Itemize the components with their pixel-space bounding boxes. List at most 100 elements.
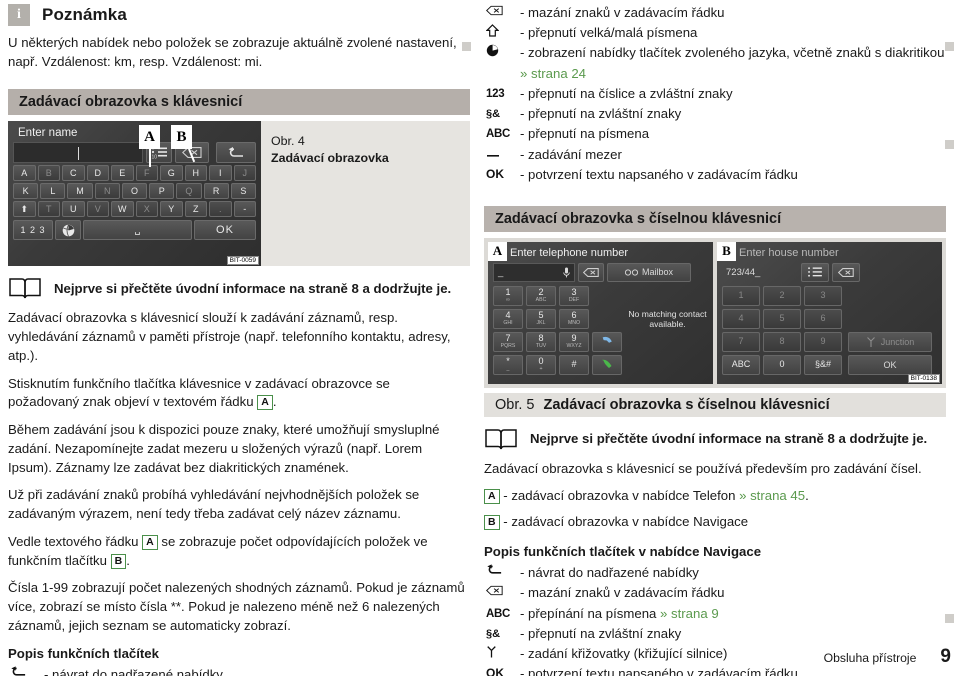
svg-text:10: 10 xyxy=(151,155,157,159)
abc-glyph: ABC xyxy=(486,128,511,141)
key-k[interactable]: K xyxy=(13,183,39,200)
123-icon: 123 xyxy=(484,85,520,103)
key-ok[interactable]: OK xyxy=(194,220,256,241)
key-f[interactable]: F xyxy=(135,165,158,182)
junction-button[interactable]: Junction xyxy=(848,331,932,352)
key-space[interactable]: ␣ xyxy=(83,220,192,241)
phone-key-5[interactable]: 5 JKL xyxy=(526,308,556,329)
house-key-ABC[interactable]: ABC xyxy=(722,354,760,375)
phone-key-4[interactable]: 4 GHI xyxy=(493,308,523,329)
back-arrow-icon xyxy=(484,564,520,582)
key-numeric-mode[interactable]: 1 2 3 xyxy=(13,220,53,241)
house-key-§&#[interactable]: §&# xyxy=(804,354,842,375)
back-button[interactable] xyxy=(216,142,256,164)
phone-key-1[interactable]: 1 ∞ xyxy=(493,285,523,306)
house-ok-button[interactable]: OK xyxy=(848,354,932,375)
house-key-0[interactable]: 0 xyxy=(763,354,801,375)
key-z[interactable]: Z xyxy=(184,201,207,218)
key-language[interactable] xyxy=(55,220,81,241)
phone-key-0[interactable]: 0 + xyxy=(526,354,556,375)
page-link-strana-9[interactable]: » strana 9 xyxy=(660,606,719,621)
key-main: 8 xyxy=(538,333,544,344)
phone-key-9[interactable]: 9 WXYZ xyxy=(559,331,589,352)
phone-entry-row: _ Mailbox xyxy=(488,259,713,282)
figure-title-left: Zadávací obrazovka xyxy=(271,151,389,166)
ab-item-a-text: - zadávací obrazovka v nabídce Telefon xyxy=(503,487,736,503)
key-h[interactable]: H xyxy=(184,165,207,182)
key-sub: + xyxy=(539,366,543,373)
house-list-button[interactable] xyxy=(801,262,829,282)
key-⬆[interactable]: ⬆ xyxy=(13,201,36,218)
house-key-5[interactable]: 5 xyxy=(763,308,801,329)
key-v[interactable]: V xyxy=(86,201,109,218)
key-s[interactable]: S xyxy=(230,183,256,200)
callout-b-left: B xyxy=(171,125,192,150)
key-e[interactable]: E xyxy=(111,165,134,182)
read-first-text-left: Nejprve si přečtěte úvodní informace na … xyxy=(54,280,452,296)
mailbox-button[interactable]: Mailbox xyxy=(607,262,691,282)
key-m[interactable]: M xyxy=(67,183,93,200)
house-backspace-button[interactable] xyxy=(832,262,860,282)
key--[interactable]: - xyxy=(233,201,256,218)
key-sub: ABC xyxy=(535,297,547,304)
key-i[interactable]: I xyxy=(209,165,232,182)
page-link-strana-24[interactable]: » strana 24 xyxy=(520,65,586,83)
key-w[interactable]: W xyxy=(111,201,134,218)
legend-text-globe-main: - zobrazení nabídky tlačítek zvoleného j… xyxy=(520,45,945,61)
hangup-button[interactable] xyxy=(592,331,622,352)
key-o[interactable]: O xyxy=(121,183,148,200)
legend-link-globe[interactable]: » strana 24 xyxy=(520,65,954,83)
ok-glyph: OK xyxy=(486,666,504,676)
mfd-text-input[interactable] xyxy=(13,142,143,164)
house-action-column: Junction OK xyxy=(842,286,932,375)
key-r[interactable]: R xyxy=(203,183,229,200)
house-key-7[interactable]: 7 xyxy=(722,331,760,352)
phone-key-6[interactable]: 6 MNO xyxy=(559,308,589,329)
house-key-4[interactable]: 4 xyxy=(722,308,760,329)
key-b[interactable]: B xyxy=(37,165,60,182)
phone-key-*[interactable]: * _ xyxy=(493,354,523,375)
phone-key-7[interactable]: 7 PQRS xyxy=(493,331,523,352)
legend-item-ok: OK - potvrzení textu napsaného v zadávac… xyxy=(484,166,954,184)
page-link-strana-45[interactable]: » strana 45 xyxy=(739,488,805,503)
delete-char-icon xyxy=(583,268,599,277)
junction-icon xyxy=(866,337,875,347)
key-x[interactable]: X xyxy=(135,201,158,218)
legend-item-shift: - přepnutí velká/malá písmena xyxy=(484,24,954,42)
key-c[interactable]: C xyxy=(62,165,85,182)
figure-code-left: BIT-0059 xyxy=(226,256,259,266)
house-key-8[interactable]: 8 xyxy=(763,331,801,352)
house-key-1[interactable]: 1 xyxy=(722,285,760,306)
key-.[interactable]: . xyxy=(209,201,232,218)
phone-key-#[interactable]: # xyxy=(559,354,589,375)
paragraph-left-1: Zadávací obrazovka s klávesnicí slouží k… xyxy=(8,310,451,363)
house-key-9[interactable]: 9 xyxy=(804,331,842,352)
key-g[interactable]: G xyxy=(160,165,183,182)
phone-key-2[interactable]: 2 ABC xyxy=(526,285,556,306)
read-first-note-right: Nejprve si přečtěte úvodní informace na … xyxy=(484,427,954,451)
phone-key-8[interactable]: 8 TUV xyxy=(526,331,556,352)
key-p[interactable]: P xyxy=(149,183,175,200)
phone-backspace-button[interactable] xyxy=(578,262,604,282)
key-j[interactable]: J xyxy=(233,165,256,182)
house-number-input[interactable]: 723/44_ xyxy=(722,263,798,282)
key-l[interactable]: L xyxy=(40,183,66,200)
legend-text-delete: - mazání znaků v zadávacím řádku xyxy=(520,5,725,20)
house-key-6[interactable]: 6 xyxy=(804,308,842,329)
phone-number-input[interactable]: _ xyxy=(493,262,575,282)
phone-keypad: 1 ∞ 2 ABC 3 DEF 4 GHI 5 JKL 6 MNO 7 PQRS 8 TUV 9 WXYZ * _ 0 +… xyxy=(488,282,589,375)
back-arrow-icon xyxy=(228,146,243,157)
key-d[interactable]: D xyxy=(86,165,109,182)
call-button[interactable] xyxy=(592,354,622,375)
paragraph-left-6: Čísla 1-99 zobrazují počet nalezených sh… xyxy=(8,580,465,633)
key-y[interactable]: Y xyxy=(160,201,183,218)
key-a[interactable]: A xyxy=(13,165,36,182)
key-main: 7 xyxy=(505,333,511,344)
key-u[interactable]: U xyxy=(62,201,85,218)
key-n[interactable]: N xyxy=(94,183,120,200)
key-t[interactable]: T xyxy=(37,201,60,218)
key-q[interactable]: Q xyxy=(176,183,202,200)
house-key-2[interactable]: 2 xyxy=(763,285,801,306)
house-key-3[interactable]: 3 xyxy=(804,285,842,306)
phone-key-3[interactable]: 3 DEF xyxy=(559,285,589,306)
